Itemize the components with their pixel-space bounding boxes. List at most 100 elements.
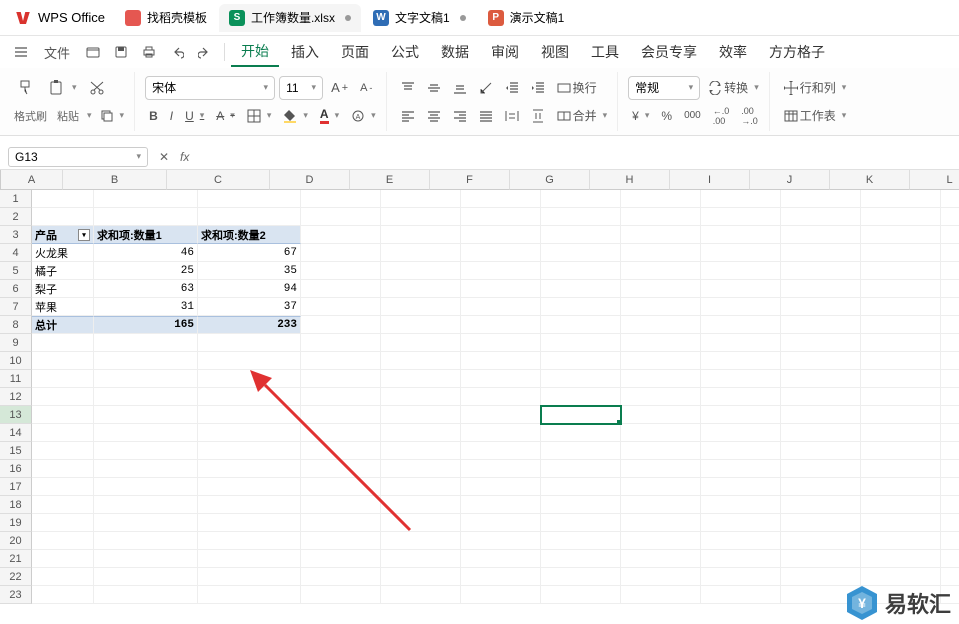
cell[interactable]: 165	[94, 316, 198, 334]
cell[interactable]	[781, 208, 861, 226]
align-top-button[interactable]	[397, 79, 419, 97]
currency-button[interactable]: ¥▾	[628, 107, 653, 125]
cell[interactable]: 橘子	[32, 262, 94, 280]
cell[interactable]	[621, 226, 701, 244]
cell[interactable]	[301, 514, 381, 532]
cell[interactable]	[461, 460, 541, 478]
row-header[interactable]: 2	[0, 208, 32, 226]
orientation-button[interactable]	[475, 79, 497, 97]
cell[interactable]	[94, 532, 198, 550]
cell[interactable]	[541, 334, 621, 352]
menu-tab[interactable]: 公式	[381, 38, 429, 66]
row-col-button[interactable]: 行和列▾	[780, 77, 851, 98]
menu-tab[interactable]: 审阅	[481, 38, 529, 66]
cell[interactable]	[941, 190, 959, 208]
cell[interactable]	[941, 352, 959, 370]
cell[interactable]	[461, 586, 541, 604]
cell[interactable]	[941, 406, 959, 424]
cell[interactable]	[781, 280, 861, 298]
cell[interactable]	[541, 352, 621, 370]
cell[interactable]	[781, 388, 861, 406]
cell[interactable]	[32, 352, 94, 370]
cell[interactable]	[941, 370, 959, 388]
cell[interactable]	[621, 352, 701, 370]
increase-decimal-button[interactable]: ←.0.00	[709, 104, 734, 128]
cell[interactable]	[461, 370, 541, 388]
cell[interactable]	[381, 280, 461, 298]
cell[interactable]	[301, 424, 381, 442]
cell[interactable]	[621, 370, 701, 388]
cell[interactable]	[541, 370, 621, 388]
cell[interactable]	[781, 586, 861, 604]
cell[interactable]	[381, 298, 461, 316]
cell[interactable]	[861, 586, 941, 604]
cell[interactable]	[461, 208, 541, 226]
distribute-h-button[interactable]	[501, 107, 523, 125]
menu-tab[interactable]: 页面	[331, 38, 379, 66]
cell[interactable]	[301, 280, 381, 298]
cell[interactable]	[701, 334, 781, 352]
cell[interactable]	[32, 190, 94, 208]
cell[interactable]	[32, 208, 94, 226]
cell[interactable]	[94, 334, 198, 352]
cell[interactable]	[701, 244, 781, 262]
cell[interactable]	[461, 478, 541, 496]
hamburger-icon[interactable]	[8, 39, 34, 65]
wrap-text-button[interactable]: 换行	[553, 77, 601, 98]
cell[interactable]	[941, 460, 959, 478]
merge-cells-button[interactable]: 合并▾	[553, 105, 612, 126]
column-header[interactable]: C	[167, 170, 270, 190]
cell[interactable]	[941, 550, 959, 568]
document-tab[interactable]: 找稻壳模板	[115, 4, 217, 32]
menu-tab[interactable]: 方方格子	[759, 38, 835, 66]
cell[interactable]	[701, 442, 781, 460]
cell[interactable]	[621, 568, 701, 586]
cell[interactable]	[781, 406, 861, 424]
cell[interactable]	[32, 388, 94, 406]
cell[interactable]	[941, 334, 959, 352]
cell[interactable]	[541, 226, 621, 244]
cell[interactable]	[941, 226, 959, 244]
increase-font-button[interactable]: A+	[327, 78, 352, 97]
cell[interactable]	[781, 298, 861, 316]
cell[interactable]	[381, 460, 461, 478]
cell[interactable]	[94, 352, 198, 370]
cell[interactable]	[301, 244, 381, 262]
row-header[interactable]: 8	[0, 316, 32, 334]
cell[interactable]	[861, 244, 941, 262]
cell[interactable]	[301, 568, 381, 586]
cell[interactable]	[621, 280, 701, 298]
decrease-font-button[interactable]: A-	[356, 80, 376, 96]
cell[interactable]	[94, 424, 198, 442]
row-header[interactable]: 4	[0, 244, 32, 262]
cell[interactable]	[941, 262, 959, 280]
cell[interactable]	[301, 190, 381, 208]
align-middle-button[interactable]	[423, 79, 445, 97]
cell[interactable]	[941, 424, 959, 442]
cell[interactable]	[701, 496, 781, 514]
cell[interactable]	[781, 550, 861, 568]
cell[interactable]: 梨子	[32, 280, 94, 298]
cell[interactable]	[941, 316, 959, 334]
decrease-decimal-button[interactable]: .00→.0	[737, 104, 762, 128]
cell[interactable]	[701, 514, 781, 532]
cell[interactable]	[461, 532, 541, 550]
cell[interactable]: 37	[198, 298, 301, 316]
cell[interactable]	[701, 280, 781, 298]
cell[interactable]	[461, 424, 541, 442]
cell[interactable]	[621, 388, 701, 406]
column-header[interactable]: H	[590, 170, 670, 190]
cell[interactable]	[861, 496, 941, 514]
row-header[interactable]: 15	[0, 442, 32, 460]
cell[interactable]	[32, 586, 94, 604]
cell[interactable]	[701, 316, 781, 334]
cell[interactable]	[461, 334, 541, 352]
document-tab[interactable]: S工作簿数量.xlsx	[219, 4, 361, 32]
filter-dropdown-button[interactable]: ▾	[78, 229, 90, 241]
cell[interactable]	[701, 370, 781, 388]
cell[interactable]	[781, 370, 861, 388]
row-header[interactable]: 22	[0, 568, 32, 586]
cell[interactable]	[381, 190, 461, 208]
cell[interactable]	[301, 388, 381, 406]
cell[interactable]	[198, 532, 301, 550]
